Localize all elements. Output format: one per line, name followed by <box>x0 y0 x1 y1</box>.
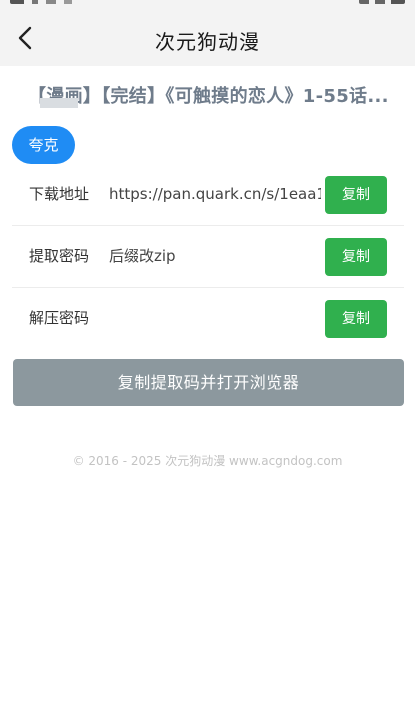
download-url-row: 下载地址 https://pan.quark.cn/s/1eaa1 复制 <box>12 168 404 220</box>
extract-code-value: 后缀改zip <box>109 247 176 265</box>
page-title: 次元狗动漫 <box>155 30 260 54</box>
row-label: 提取密码 <box>29 247 90 265</box>
status-bar <box>0 0 415 10</box>
extract-code-row: 提取密码 后缀改zip 复制 <box>12 230 404 282</box>
post-title: 【漫画】【完结】《可触摸的恋人》1-55话... <box>28 86 389 107</box>
footer-copyright: © 2016 - 2025 次元狗动漫 www.acgndog.com <box>72 454 343 468</box>
row-label: 解压密码 <box>29 309 90 327</box>
status-icons-left <box>10 0 100 4</box>
status-icons-right <box>359 0 405 4</box>
unzip-password-row: 解压密码 复制 <box>12 292 404 344</box>
download-url-value: https://pan.quark.cn/s/1eaa1 <box>109 185 321 203</box>
divider <box>12 225 404 226</box>
title-highlight <box>40 98 78 108</box>
copy-extract-code-button[interactable]: 复制 <box>325 238 387 276</box>
main-content: 【漫画】【完结】《可触摸的恋人》1-55话... 夸克 下载地址 https:/… <box>0 66 415 720</box>
divider <box>12 287 404 288</box>
copy-and-open-browser-button[interactable]: 复制提取码并打开浏览器 <box>13 359 404 406</box>
row-label: 下载地址 <box>29 185 90 203</box>
copy-unzip-password-button[interactable]: 复制 <box>325 300 387 338</box>
tab-quark[interactable]: 夸克 <box>12 126 75 164</box>
copy-url-button[interactable]: 复制 <box>325 176 387 214</box>
nav-bar: 次元狗动漫 <box>0 10 415 66</box>
